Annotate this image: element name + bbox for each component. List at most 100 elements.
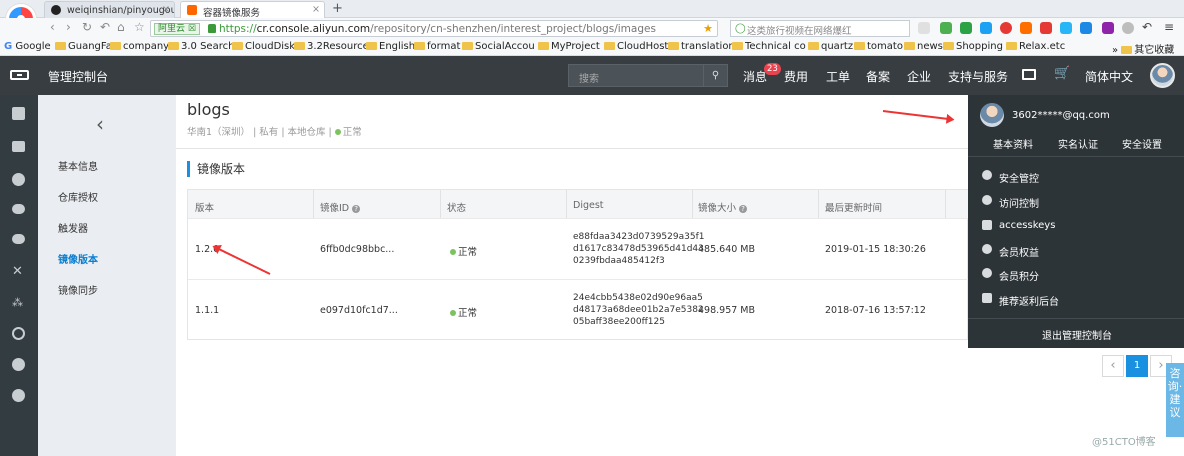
sidebar-item-triggers[interactable]: 触发器 — [58, 220, 88, 235]
bookmark-item[interactable]: 3.2Resource — [294, 41, 369, 52]
bookmark-item[interactable]: translation — [668, 41, 735, 52]
menu-security-control[interactable]: 安全管控 — [999, 170, 1039, 185]
sidebar-item-image-sync[interactable]: 镜像同步 — [58, 282, 98, 297]
sidebar-item-authorization[interactable]: 仓库授权 — [58, 189, 98, 204]
other-bookmarks[interactable]: » 其它收藏 — [1112, 41, 1174, 56]
prev-page-button[interactable]: ‹ — [1102, 355, 1124, 377]
language-switch[interactable]: 简体中文 — [1085, 68, 1133, 85]
menu-member-benefits[interactable]: 会员权益 — [999, 244, 1039, 259]
bookmark-item[interactable]: news — [904, 41, 943, 52]
globe-icon[interactable] — [12, 327, 25, 340]
help-icon[interactable]: ? — [352, 205, 361, 213]
menu-access-control[interactable]: 访问控制 — [999, 195, 1039, 210]
nav-support[interactable]: 支持与服务 — [948, 68, 1008, 85]
extension-icon[interactable] — [1122, 22, 1134, 34]
shield-icon[interactable] — [12, 173, 25, 186]
column-divider — [566, 190, 567, 218]
google-icon: G — [4, 41, 13, 52]
extension-icon[interactable] — [1060, 22, 1072, 34]
favorite-icon[interactable]: ☆ — [134, 20, 145, 34]
extension-icon[interactable] — [980, 22, 992, 34]
home-icon[interactable]: ⌂ — [117, 20, 125, 34]
header-image-id: 镜像ID? — [320, 200, 361, 214]
logout-button[interactable]: 退出管理控制台 — [1042, 327, 1112, 342]
close-icon[interactable]: × — [312, 4, 320, 15]
nav-tickets[interactable]: 工单 — [826, 68, 850, 85]
extension-icon[interactable] — [1102, 22, 1114, 34]
undo-icon[interactable]: ↶ — [100, 20, 110, 34]
extension-icon[interactable] — [1000, 22, 1012, 34]
menu-member-points[interactable]: 会员积分 — [999, 268, 1039, 283]
header-version: 版本 — [195, 203, 215, 214]
cell-image-id[interactable]: 6ffb0dc98bbc... — [320, 244, 394, 255]
link-real-name[interactable]: 实名认证 — [1058, 136, 1098, 151]
extension-icon[interactable] — [940, 22, 952, 34]
reload-icon[interactable]: ↻ — [82, 20, 92, 34]
nav-billing[interactable]: 费用 — [784, 68, 808, 85]
bookmark-item[interactable]: SocialAccou — [462, 41, 535, 52]
cloud-upload-icon[interactable] — [12, 234, 25, 244]
close-icon[interactable]: × — [162, 4, 170, 15]
page-1-button[interactable]: 1 — [1126, 355, 1148, 377]
bookmark-item[interactable]: English — [366, 41, 415, 52]
grid-icon[interactable] — [12, 107, 25, 120]
bookmark-item[interactable]: 3.0 Search — [168, 41, 234, 52]
bookmark-item[interactable]: GuangFa — [55, 41, 112, 52]
bookmark-item[interactable]: format — [414, 41, 460, 52]
forward-icon[interactable]: › — [66, 20, 71, 34]
menu-referral-backend[interactable]: 推荐返利后台 — [999, 293, 1059, 308]
link-security-settings[interactable]: 安全设置 — [1122, 136, 1162, 151]
status-dot-icon — [450, 249, 456, 255]
console-search-input[interactable]: 搜索 ⚲ — [568, 64, 728, 87]
bookmark-item[interactable]: company — [110, 41, 169, 52]
circle-icon[interactable] — [12, 389, 25, 402]
bookmark-item[interactable]: G Google — [4, 41, 51, 52]
bookmark-item[interactable]: CloudDisk — [232, 41, 295, 52]
undo-icon[interactable]: ↶ — [1142, 20, 1152, 34]
back-icon[interactable]: ‹ — [50, 20, 55, 34]
link-basic-profile[interactable]: 基本资料 — [993, 136, 1033, 151]
cell-image-id[interactable]: e097d10fc1d7... — [320, 305, 398, 316]
user-avatar[interactable] — [1150, 63, 1175, 88]
bookmark-item[interactable]: quartz — [808, 41, 853, 52]
column-divider — [313, 190, 314, 218]
browser-search-input[interactable]: 这类旅行视频在网络爆红 ◯ — [730, 20, 910, 37]
nav-enterprise[interactable]: 企业 — [907, 68, 931, 85]
aliyun-logo-icon[interactable] — [10, 70, 29, 80]
search-icon[interactable]: ⚲ — [703, 65, 727, 86]
consult-button[interactable]: 咨询·建议 — [1166, 363, 1184, 437]
star-icon[interactable]: ★ — [703, 22, 713, 35]
cart-icon[interactable]: 🛒 — [1054, 66, 1070, 81]
cloud-icon[interactable] — [12, 204, 25, 214]
sidebar-item-basic-info[interactable]: 基本信息 — [58, 158, 98, 173]
tab-github[interactable]: weiqinshian/pinyougou × — [44, 1, 175, 18]
nav-icp[interactable]: 备案 — [866, 68, 890, 85]
bookmark-item[interactable]: Technical co — [732, 41, 806, 52]
network-icon[interactable]: ✕ — [12, 265, 25, 278]
plugin-icon[interactable] — [12, 358, 25, 371]
server-icon[interactable] — [12, 141, 25, 152]
tab-container-registry[interactable]: 容器镜像服务 × — [180, 1, 325, 18]
extension-icon[interactable] — [1020, 22, 1032, 34]
extension-icon[interactable] — [1080, 22, 1092, 34]
folder-icon — [366, 42, 377, 50]
help-icon[interactable]: ? — [739, 205, 748, 213]
extension-icon[interactable] — [1040, 22, 1052, 34]
menu-icon[interactable]: ≡ — [1164, 20, 1174, 34]
menu-accesskeys[interactable]: accesskeys — [999, 220, 1055, 231]
bookmark-item[interactable]: Shopping — [943, 41, 1003, 52]
cluster-icon[interactable]: ⁂ — [12, 296, 25, 309]
apps-icon[interactable] — [918, 22, 930, 34]
back-chevron-icon[interactable]: ‹ — [96, 112, 104, 136]
bookmark-item[interactable]: Relax.etc — [1006, 41, 1065, 52]
url-input[interactable]: 阿里云 ☒ https://cr.console.aliyun.com/repo… — [150, 20, 718, 37]
sidebar-item-image-versions[interactable]: 镜像版本 — [58, 251, 98, 266]
bookmark-item[interactable]: tomato — [854, 41, 903, 52]
terminal-icon[interactable] — [1022, 69, 1036, 80]
new-tab-button[interactable]: + — [332, 1, 343, 16]
bookmark-item[interactable]: MyProject — [538, 41, 600, 52]
divider — [176, 148, 968, 149]
bookmark-item[interactable]: CloudHost — [604, 41, 668, 52]
console-title[interactable]: 管理控制台 — [48, 68, 108, 85]
evernote-icon[interactable] — [960, 22, 972, 34]
